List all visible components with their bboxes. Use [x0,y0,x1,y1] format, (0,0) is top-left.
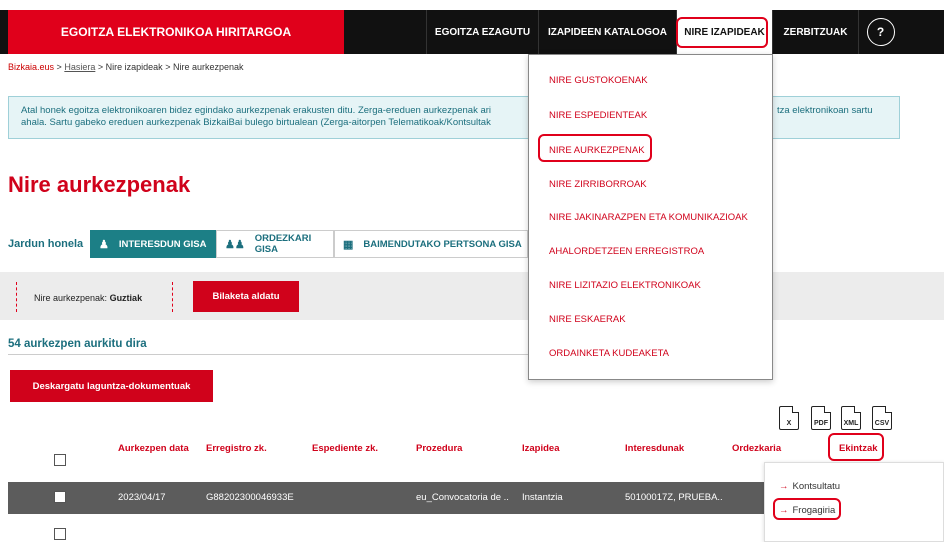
divider [16,282,17,312]
change-search-button[interactable]: Bilaketa aldatu [193,281,299,312]
top-navigation-bar: EGOITZA ELEKTRONIKOA HIRITARGOA EGOITZA … [0,10,944,54]
nav-izapideen-katalogoa[interactable]: IZAPIDEEN KATALOGOA [538,10,676,54]
menu-item-lizitazio-elektronikoak[interactable]: NIRE LIZITAZIO ELEKTRONIKOAK [549,280,701,291]
row-actions-popup: → Kontsultatu → Frogagiria [764,462,944,542]
row-checkbox[interactable] [54,528,66,540]
xml-export-icon[interactable]: XML [841,406,861,430]
menu-item-gustokoenak[interactable]: NIRE GUSTOKOENAK [549,75,648,86]
action-label: Frogagiria [792,505,836,516]
arrow-right-icon: → [779,505,789,516]
id-card-icon: ▦ [343,238,354,251]
nav-egoitza-ezagutu[interactable]: EGOITZA EZAGUTU [426,10,538,54]
col-izapidea[interactable]: Izapidea [522,443,560,454]
col-ordezkaria[interactable]: Ordezkaria [732,443,781,454]
csv-export-icon[interactable]: CSV [872,406,892,430]
menu-item-espedienteak[interactable]: NIRE ESPEDIENTEAK [549,110,647,121]
pdf-export-icon[interactable]: PDF [811,406,831,430]
page-title: Nire aurkezpenak [8,172,191,197]
col-ekintzak[interactable]: Ekintzak [839,443,878,454]
nav-zerbitzuak[interactable]: ZERBITZUAK [772,10,858,54]
filter-summary: Nire aurkezpenak: Guztiak [34,293,142,303]
action-label: Kontsultatu [792,481,841,492]
row-checkbox[interactable] [54,491,66,503]
site-brand-link[interactable]: EGOITZA ELEKTRONIKOA HIRITARGOA [8,10,344,54]
help-button[interactable]: ? [858,10,902,54]
menu-item-ahalordetzeen-erregistroa[interactable]: AHALORDETZEEN ERREGISTROA [549,246,704,257]
tab-label: BAIMENDUTAKO PERTSONA GISA [363,238,522,250]
cell-date: 2023/04/17 [118,492,166,503]
breadcrumb-current: Nire aurkezpenak [172,62,244,72]
download-help-documents-button[interactable]: Deskargatu laguntza-dokumentuak [10,370,213,402]
menu-item-ordainketa-kudeaketa[interactable]: ORDAINKETA KUDEAKETA [549,348,669,359]
filter-value: Guztiak [109,293,143,303]
users-icon: ♟♟ [225,238,245,251]
breadcrumb-site[interactable]: Bizkaia.eus [8,62,54,72]
select-all-checkbox[interactable] [54,454,66,466]
filter-label: Nire aurkezpenak: [34,293,108,303]
results-count: 54 aurkezpen aurkitu dira [8,338,147,350]
cell-interested: 50100017Z, PRUEBA.. [625,492,723,503]
tab-label: INTERESDUN GISA [118,238,207,250]
action-frogagiria[interactable]: → Frogagiria [779,505,835,516]
tab-interesdun-gisa[interactable]: ♟ INTERESDUN GISA [90,230,216,258]
cell-registry: G88202300046933E [206,492,294,503]
info-line-1-end: tza elektronikoan sartu [777,105,873,116]
menu-item-zirriborroak[interactable]: NIRE ZIRRIBORROAK [549,179,647,190]
tab-baimendutako-pertsona-gisa[interactable]: ▦ BAIMENDUTAKO PERTSONA GISA [334,230,528,258]
col-espediente-zk[interactable]: Espediente zk. [312,443,378,454]
col-aurkezpen-data[interactable]: Aurkezpen data [118,443,189,454]
nire-izapideak-dropdown: NIRE GUSTOKOENAK NIRE ESPEDIENTEAK NIRE … [528,54,773,380]
cell-step: Instantzia [522,492,563,503]
menu-item-aurkezpenak[interactable]: NIRE AURKEZPENAK [549,145,645,156]
breadcrumb-separator: > [165,62,171,72]
nav-nire-izapideak[interactable]: NIRE IZAPIDEAK [676,10,772,54]
menu-item-jakinarazpenak[interactable]: NIRE JAKINARAZPEN ETA KOMUNIKAZIOAK [549,212,748,223]
breadcrumb-level2: Nire izapideak [105,62,163,72]
col-erregistro-zk[interactable]: Erregistro zk. [206,443,267,454]
user-icon: ♟ [99,238,109,251]
breadcrumb: Bizkaia.eus > Hasiera > Nire izapideak >… [8,62,244,72]
excel-export-icon[interactable]: X [779,406,799,430]
breadcrumb-separator: > [56,62,62,72]
menu-item-eskaerak[interactable]: NIRE ESKAERAK [549,314,626,325]
divider [172,282,173,312]
action-kontsultatu[interactable]: → Kontsultatu [779,481,840,492]
arrow-right-icon: → [779,481,789,492]
divider [8,354,528,355]
tab-label: ORDEZKARI GISA [254,233,312,255]
role-label: Jardun honela [8,238,84,250]
col-interesdunak[interactable]: Interesdunak [625,443,684,454]
breadcrumb-separator: > [97,62,104,72]
breadcrumb-home[interactable]: Hasiera [64,62,95,72]
cell-procedure: eu_Convocatoria de .. [416,492,509,503]
col-prozedura[interactable]: Prozedura [416,443,462,454]
tab-ordezkari-gisa[interactable]: ♟♟ ORDEZKARI GISA [216,230,334,258]
question-icon: ? [866,18,895,46]
